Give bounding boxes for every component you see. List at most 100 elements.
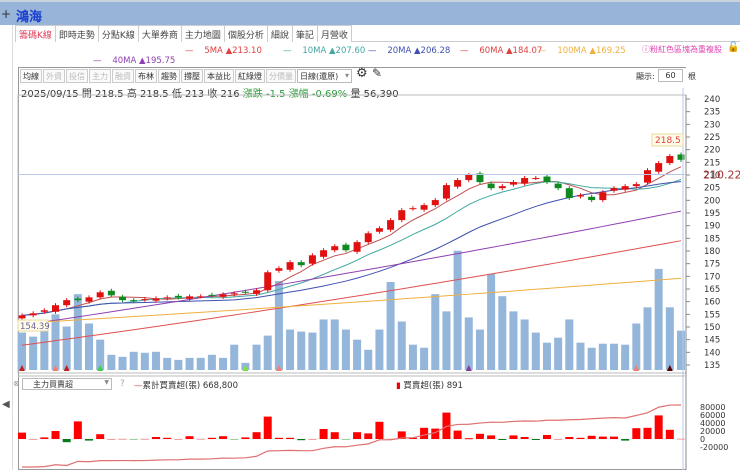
volume-bar [364,349,373,370]
main-force-bar [609,436,618,439]
candle-body [599,192,607,201]
volume-bar [18,332,26,370]
candle-body [521,178,529,184]
main-force-bar [230,439,239,440]
candle-body [442,185,450,199]
main-force-bar [263,416,272,439]
volume-bar [375,329,384,370]
main-force-bar [341,439,350,440]
candle-body [320,250,328,257]
volume-bar [85,323,94,370]
candle-body [130,300,138,302]
ma20-line [21,181,682,316]
main-force-bar [29,439,38,440]
volume-bar [475,329,484,370]
mf-tick-label: -20000 [700,443,728,452]
high-tag: 218.5 [655,136,681,146]
candle-body [420,205,428,210]
main-force-bar [509,435,518,439]
volume-bar [509,311,518,370]
main-force-bar [565,437,574,439]
cumulative-line [22,404,682,468]
day-value: 891 [446,381,463,391]
candle-body [186,296,194,299]
main-force-bar [531,439,540,440]
candle-body [375,228,383,232]
volume-bar [341,329,350,370]
main-force-bar [118,438,127,440]
main-force-select-value: 主力買賣超 [33,380,73,389]
help-icon[interactable]: ? [120,379,125,389]
volume-bar [330,319,339,370]
volume-bar [565,319,574,370]
candle-body [119,296,127,301]
price-tick-label: 220 [704,146,720,156]
price-tick-label: 165 [704,285,720,295]
candle-body [632,184,640,187]
main-force-bar [453,430,462,439]
volume-bar [107,354,116,370]
volume-bar [263,335,272,370]
ma40-line [21,210,682,326]
volume-bar [665,307,674,370]
candle-body [308,255,316,264]
candle-body [409,208,417,210]
candle-body [219,294,227,297]
volume-bar [677,330,685,370]
main-force-bar [107,439,116,440]
volume-bar [598,343,607,370]
volume-bar [40,329,49,370]
price-tick-label: 180 [704,247,720,257]
price-tick-label: 215 [704,158,720,168]
candle-body [85,297,93,302]
volume-bar [542,342,551,370]
candle-body [588,196,596,201]
candle-body [152,298,160,301]
main-force-bar [520,437,529,439]
main-force-bar [420,427,429,439]
main-force-bar [598,436,607,439]
main-force-bar [375,421,384,439]
candle-body [509,182,517,185]
volume-bar [654,268,663,370]
candle-body [141,299,149,301]
volume-bar [252,344,261,370]
clear-icon[interactable]: ⊗ [13,379,20,388]
crosshair-price-label: 210.22 [703,168,740,181]
main-force-bar [632,428,641,439]
volume-bar [609,343,618,370]
volume-bar [118,356,127,370]
main-force-bar [140,438,149,440]
candle-body [18,315,26,319]
main-force-bar [152,437,161,439]
volume-bar [230,344,239,370]
price-tick-label: 155 [704,310,720,320]
volume-bar [453,250,462,370]
ma5-line [21,166,682,316]
candle-body [487,183,495,189]
main-force-bar [576,437,585,439]
volume-bar [531,332,540,370]
candle-body [532,178,540,180]
cumulative-legend: —累計買賣超(張) 668,800 [134,379,238,391]
candle-body [74,298,82,301]
main-force-bar [308,439,317,440]
candle-body [387,220,395,230]
daily-legend: ▮ 買賣超(張) 891 [396,379,463,391]
cum-label: 累計買賣超(張) [142,381,201,391]
candle-body [52,305,60,312]
main-force-select[interactable]: ⊗ 主力買賣超 ▼ [13,378,112,390]
main-force-bar [96,434,105,439]
candle-body [643,170,651,183]
main-force-bar [542,435,551,439]
candle-body [621,186,629,190]
candle-body [275,268,283,271]
volume-bar [185,357,194,370]
price-tick-label: 150 [704,323,720,333]
volume-bar [554,337,563,370]
price-tick-label: 225 [704,133,720,143]
legend-bar-icon: ▮ [396,381,401,391]
price-chart[interactable]: 2402352302252202152102052001951901851801… [0,0,740,470]
main-force-bar [286,437,295,439]
candle-body [264,272,272,291]
